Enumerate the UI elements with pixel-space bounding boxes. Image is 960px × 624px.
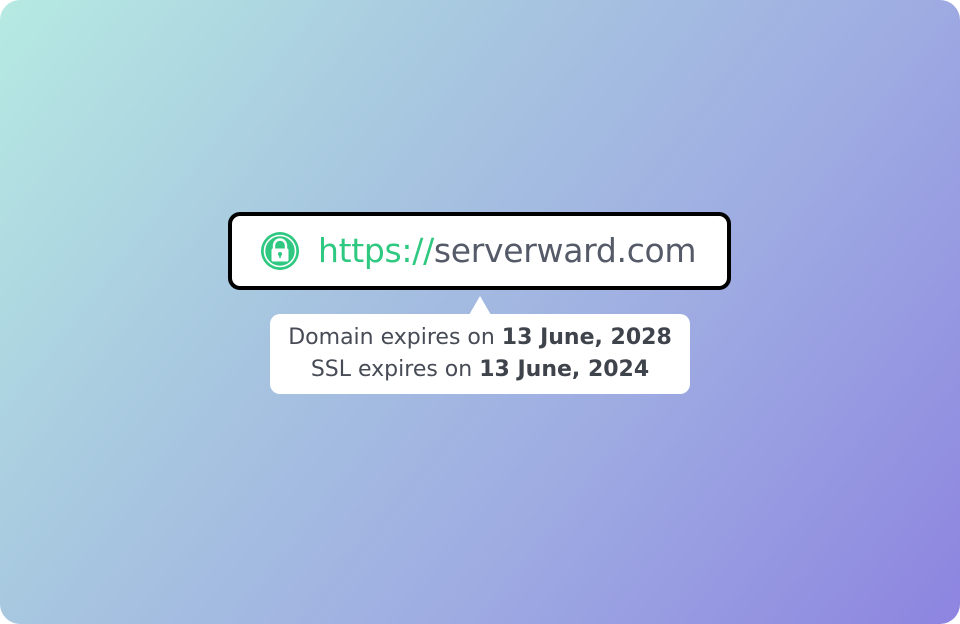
background-canvas: https://serverward.com Domain expires on…: [0, 0, 960, 624]
domain-expiry-line: Domain expires on 13 June, 2028: [270, 322, 690, 354]
url-scheme: https://: [318, 231, 434, 270]
ssl-expiry-date: 13 June, 2024: [479, 357, 650, 382]
url-host: serverward.com: [433, 231, 697, 270]
domain-expiry-date: 13 June, 2028: [501, 325, 672, 350]
padlock-icon: [261, 232, 299, 270]
address-bar[interactable]: https://serverward.com: [228, 212, 731, 290]
expiry-tooltip: Domain expires on 13 June, 2028 SSL expi…: [270, 314, 690, 394]
ssl-expiry-line: SSL expires on 13 June, 2024: [270, 354, 690, 386]
url-text[interactable]: https://serverward.com: [318, 216, 697, 286]
ssl-expiry-label: SSL expires on: [310, 357, 473, 382]
domain-expiry-label: Domain expires on: [288, 325, 495, 350]
tooltip-arrow: [469, 296, 491, 315]
